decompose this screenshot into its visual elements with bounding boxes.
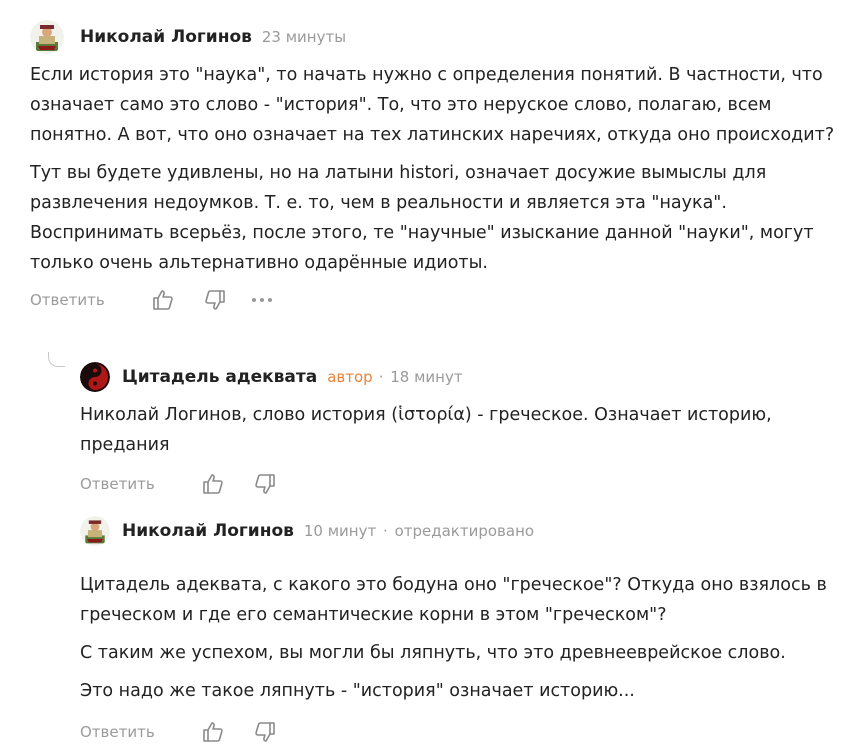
comment-header: Николай Логинов 10 минут · отредактирова… (80, 516, 840, 546)
comment-header: Николай Логинов 23 минуты (30, 14, 850, 60)
avatar[interactable] (80, 362, 110, 392)
more-dots-icon[interactable] (249, 288, 275, 312)
meta-separator: · (378, 368, 384, 386)
comment-paragraph: Если история это "наука", то начать нужн… (30, 65, 835, 145)
meta-separator: · (383, 522, 388, 540)
author-badge: автор (327, 368, 373, 386)
comment-paragraph: Цитадель адеквата, с какого это бодуна о… (80, 575, 827, 625)
comment-time: 10 минут (303, 522, 377, 540)
comment-actions: Ответить (30, 286, 850, 314)
comment-paragraph: Николай Логинов, слово история (ἱστορία)… (80, 405, 772, 455)
thumb-down-icon[interactable] (253, 472, 277, 496)
reply-button[interactable]: Ответить (80, 475, 155, 493)
avatar[interactable] (30, 20, 64, 54)
thread-connector (48, 352, 65, 367)
author-name[interactable]: Николай Логинов (80, 27, 252, 47)
avatar[interactable] (80, 516, 110, 546)
edited-label: отредактировано (394, 522, 535, 540)
comment-paragraph: Это надо же такое ляпнуть - "история" оз… (80, 681, 635, 701)
thumb-down-icon[interactable] (203, 288, 227, 312)
comment-time: 23 минуты (261, 28, 347, 46)
reply-button[interactable]: Ответить (80, 723, 155, 741)
comment-actions: Ответить (80, 470, 840, 498)
thumb-up-icon[interactable] (201, 472, 225, 496)
thumb-down-icon[interactable] (253, 720, 277, 744)
author-name[interactable]: Цитадель адеквата (122, 367, 317, 387)
reply-button[interactable]: Ответить (30, 291, 105, 309)
comment-actions: Ответить (80, 718, 840, 746)
thumb-up-icon[interactable] (151, 288, 175, 312)
thumb-up-icon[interactable] (201, 720, 225, 744)
comment-paragraph: С таким же успехом, вы могли бы ляпнуть,… (80, 643, 786, 663)
comment-body: Если история это "наука", то начать нужн… (30, 60, 850, 278)
comment-meta: · 18 минут (377, 368, 463, 386)
author-name[interactable]: Николай Логинов (122, 521, 294, 541)
comment-reply: Цитадель адеквата автор · 18 минут Никол… (80, 354, 840, 498)
comment-reply: Николай Логинов 10 минут · отредактирова… (80, 516, 840, 746)
comment-body: Цитадель адеквата, с какого это бодуна о… (80, 570, 840, 706)
comment-body: Николай Логинов, слово история (ἱστορία)… (80, 400, 840, 460)
comment: Николай Логинов 23 минуты Если история э… (30, 14, 850, 314)
comment-meta: 10 минут · отредактировано (304, 522, 534, 540)
comment-header: Цитадель адеквата автор · 18 минут (80, 354, 840, 400)
comment-time: 18 минут (390, 368, 463, 386)
comment-paragraph: Тут вы будете удивлены, но на латыни his… (30, 163, 814, 273)
